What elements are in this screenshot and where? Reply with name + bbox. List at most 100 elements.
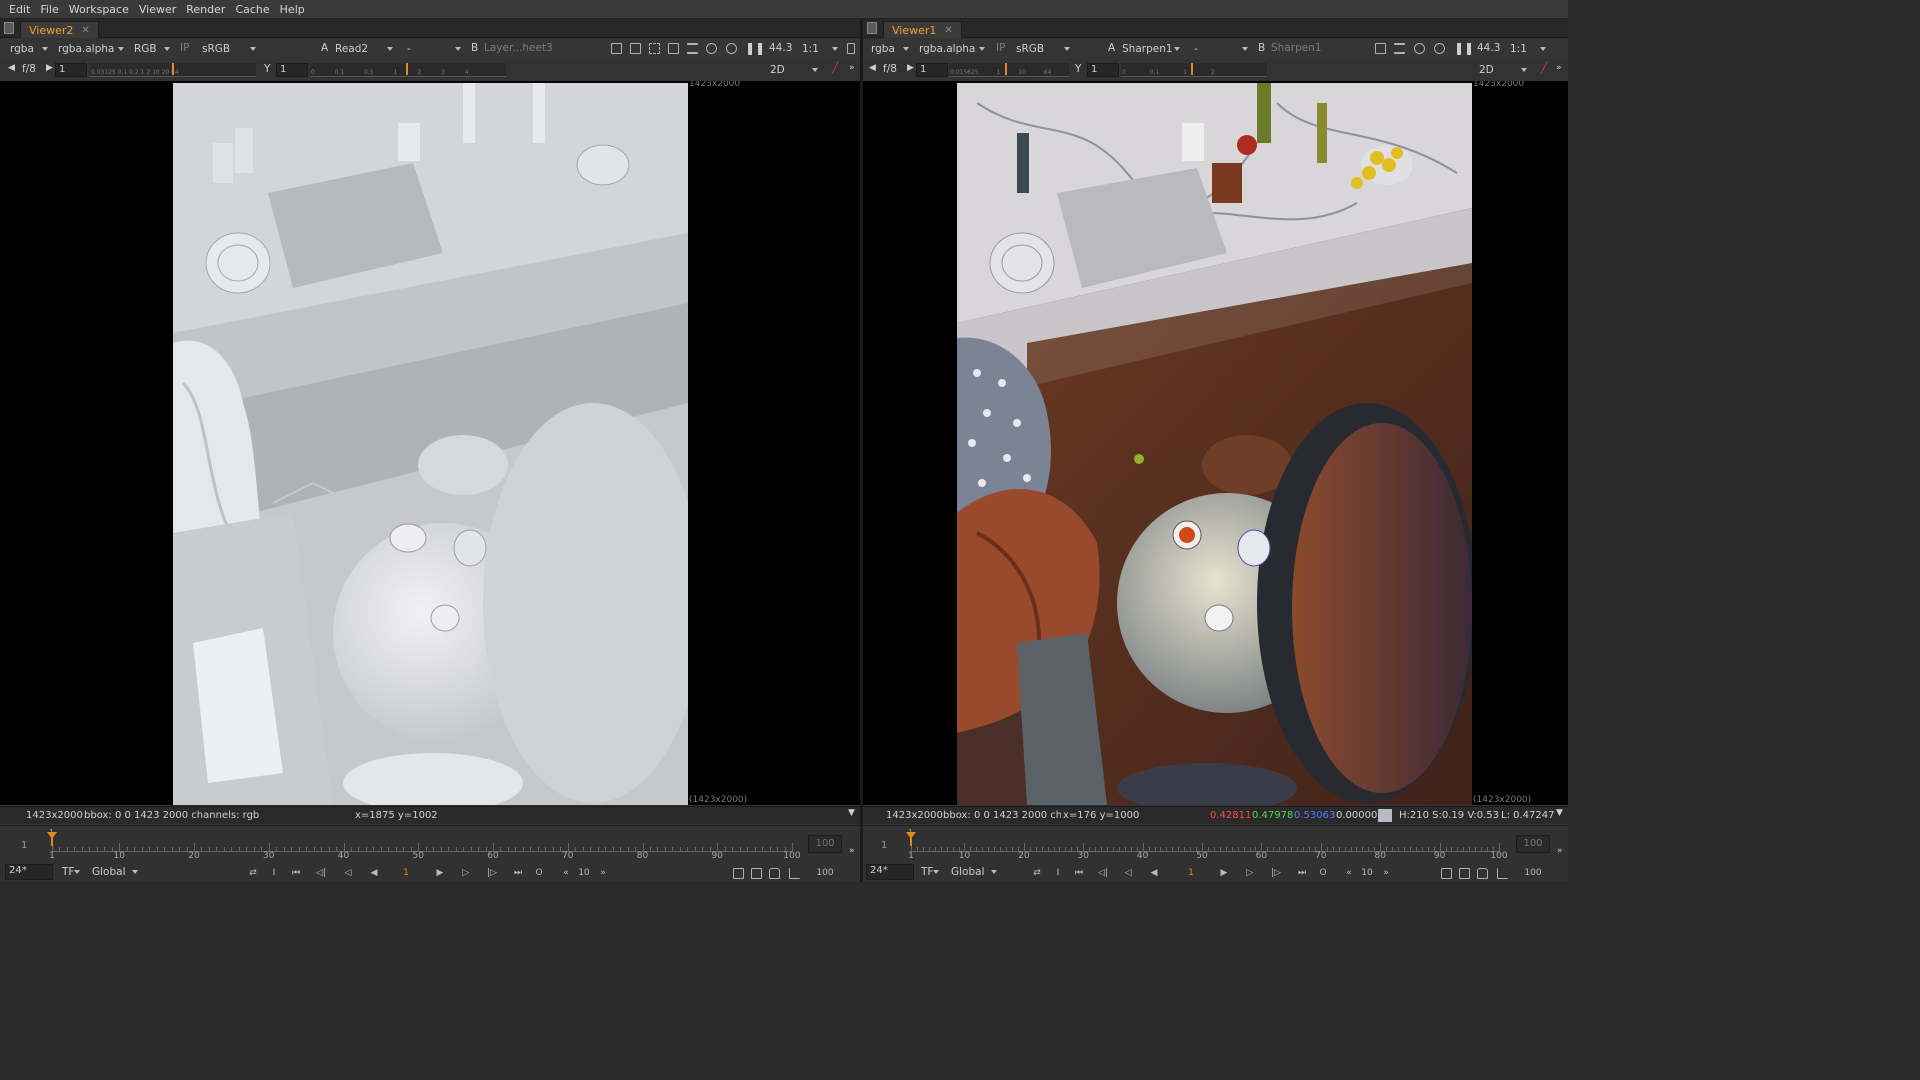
input-process-toggle[interactable]: IP [180,42,189,54]
fps-select[interactable]: 24* [866,864,914,880]
next-frame-icon[interactable]: ▷ [1242,867,1258,880]
step-forward-button[interactable]: » [1378,867,1394,880]
alpha-channel-select[interactable]: rgba.alpha [56,41,126,57]
viewer-lut-select[interactable]: sRGB [1014,41,1072,57]
expand-icon[interactable]: » [1556,63,1562,73]
next-keyframe-icon[interactable]: |▷ [484,867,500,880]
playback-range-icon[interactable] [1497,868,1508,879]
bounce-icon[interactable]: ⇄ [1029,867,1045,880]
tf-select[interactable]: TF [919,864,941,880]
list-icon[interactable] [1394,43,1405,54]
gain-slider-knob[interactable] [172,63,174,75]
timeline-playhead[interactable] [47,832,57,846]
tab-viewer2[interactable]: Viewer2 ✕ [20,21,99,38]
play-forward-icon[interactable]: ▶ [432,867,448,880]
menu-cache[interactable]: Cache [230,3,274,16]
fstop-right-arrow-icon[interactable]: ▶ [907,63,914,73]
in-point-button[interactable]: I [269,867,279,880]
pause-icon[interactable]: ❚❚ [1454,41,1474,55]
compare-operation-select[interactable]: - [1192,41,1250,57]
view-mode-select[interactable]: 2D [1477,62,1529,78]
monitor-icon[interactable] [1441,868,1452,879]
prev-frame-icon[interactable]: ◁ [1120,867,1136,880]
gain-slider[interactable]: 0.03125 0.1 0.2 1 2 10 20 64 [90,63,256,77]
gear-icon[interactable] [726,43,737,54]
timeline-end-field[interactable]: 100 [808,835,842,853]
gamma-slider-knob[interactable] [1191,63,1193,75]
display-channel-select[interactable]: RGB [132,41,172,57]
gain-field[interactable]: 1 [55,63,87,77]
timeline-ruler[interactable]: 1 10 20 30 40 50 60 70 80 90 100 [49,833,801,861]
timeline-expand-icon[interactable]: » [1557,846,1563,856]
global-range-select[interactable]: Global [949,864,999,880]
zoom-select[interactable]: 1:1 [1508,41,1548,57]
list-icon[interactable] [687,43,698,54]
menu-edit[interactable]: Edit [4,3,35,16]
fstop-left-arrow-icon[interactable]: ◀ [8,63,15,73]
prev-frame-icon[interactable]: ◁ [340,867,356,880]
info-expand-icon[interactable]: ▼ [1556,808,1563,818]
current-frame-field[interactable]: 1 [396,867,416,880]
compare-operation-select[interactable]: - [405,41,463,57]
next-keyframe-icon[interactable]: |▷ [1268,867,1284,880]
step-forward-button[interactable]: » [595,867,611,880]
close-icon[interactable]: ✕ [944,25,952,36]
pause-icon[interactable]: ❚❚ [745,41,765,55]
timeline-start-field[interactable]: 1 [21,840,27,851]
frame-icon[interactable] [630,43,641,54]
viewer-lut-select[interactable]: sRGB [200,41,258,57]
channels-select[interactable]: rgba [8,41,50,57]
end-frame-field[interactable]: 100 [1518,867,1548,880]
a-input-select[interactable]: Sharpen1 [1120,41,1182,57]
menu-workspace[interactable]: Workspace [64,3,134,16]
timeline-playhead[interactable] [906,832,916,846]
bounce-icon[interactable]: ⇄ [245,867,261,880]
monitor-icon[interactable] [733,868,744,879]
menu-file[interactable]: File [35,3,63,16]
viewer1-viewport[interactable]: 1423x2000 (1423x2000) [863,81,1568,805]
timeline-ruler[interactable]: 1 10 20 30 40 50 60 70 80 90 100 [908,833,1508,861]
in-point-button[interactable]: I [1053,867,1063,880]
timeline-expand-icon[interactable]: » [849,846,855,856]
refresh-icon[interactable] [706,43,717,54]
timeline-start-field[interactable]: 1 [881,840,887,851]
fstop-label[interactable]: f/8 [883,63,897,75]
menu-help[interactable]: Help [275,3,310,16]
gain-slider[interactable]: 0.015625 1 10 64 [949,63,1069,77]
zebra-icon[interactable] [649,43,660,54]
close-icon[interactable]: ✕ [81,25,89,36]
gear-icon[interactable] [1434,43,1445,54]
end-frame-field[interactable]: 100 [810,867,840,880]
input-process-toggle[interactable]: IP [996,42,1005,54]
proxy-icon[interactable] [751,868,762,879]
play-forward-icon[interactable]: ▶ [1216,867,1232,880]
next-frame-icon[interactable]: ▷ [458,867,474,880]
more-icon[interactable] [847,43,855,54]
last-frame-icon[interactable]: ⏭ [510,867,526,880]
global-range-select[interactable]: Global [90,864,140,880]
view-mode-select[interactable]: 2D [768,62,820,78]
first-frame-icon[interactable]: ⏮ [288,867,304,880]
a-input-select[interactable]: Read2 [333,41,395,57]
prev-keyframe-icon[interactable]: ◁| [1095,867,1111,880]
channels-select[interactable]: rgba [869,41,911,57]
alpha-channel-select[interactable]: rgba.alpha [917,41,987,57]
panel-menu-icon[interactable] [867,22,877,34]
b-input-select[interactable]: Sharpen1 [1271,42,1322,54]
gamma-slider[interactable]: 0 0.1 1 2 [1121,63,1267,77]
overlay-icon[interactable] [1375,43,1386,54]
step-back-button[interactable]: « [558,867,574,880]
fstop-right-arrow-icon[interactable]: ▶ [46,63,53,73]
roi-icon[interactable] [611,43,622,54]
out-point-button[interactable]: O [534,867,544,880]
info-expand-icon[interactable]: ▼ [848,808,855,818]
step-back-button[interactable]: « [1341,867,1357,880]
gain-slider-knob[interactable] [1005,63,1007,75]
overlay-icon[interactable] [668,43,679,54]
refresh-icon[interactable] [1414,43,1425,54]
menu-viewer[interactable]: Viewer [134,3,181,16]
current-frame-field[interactable]: 1 [1181,867,1201,880]
first-frame-icon[interactable]: ⏮ [1071,867,1087,880]
gamma-field[interactable]: 1 [1087,63,1119,77]
gain-value[interactable]: 44.3 [1477,42,1500,54]
